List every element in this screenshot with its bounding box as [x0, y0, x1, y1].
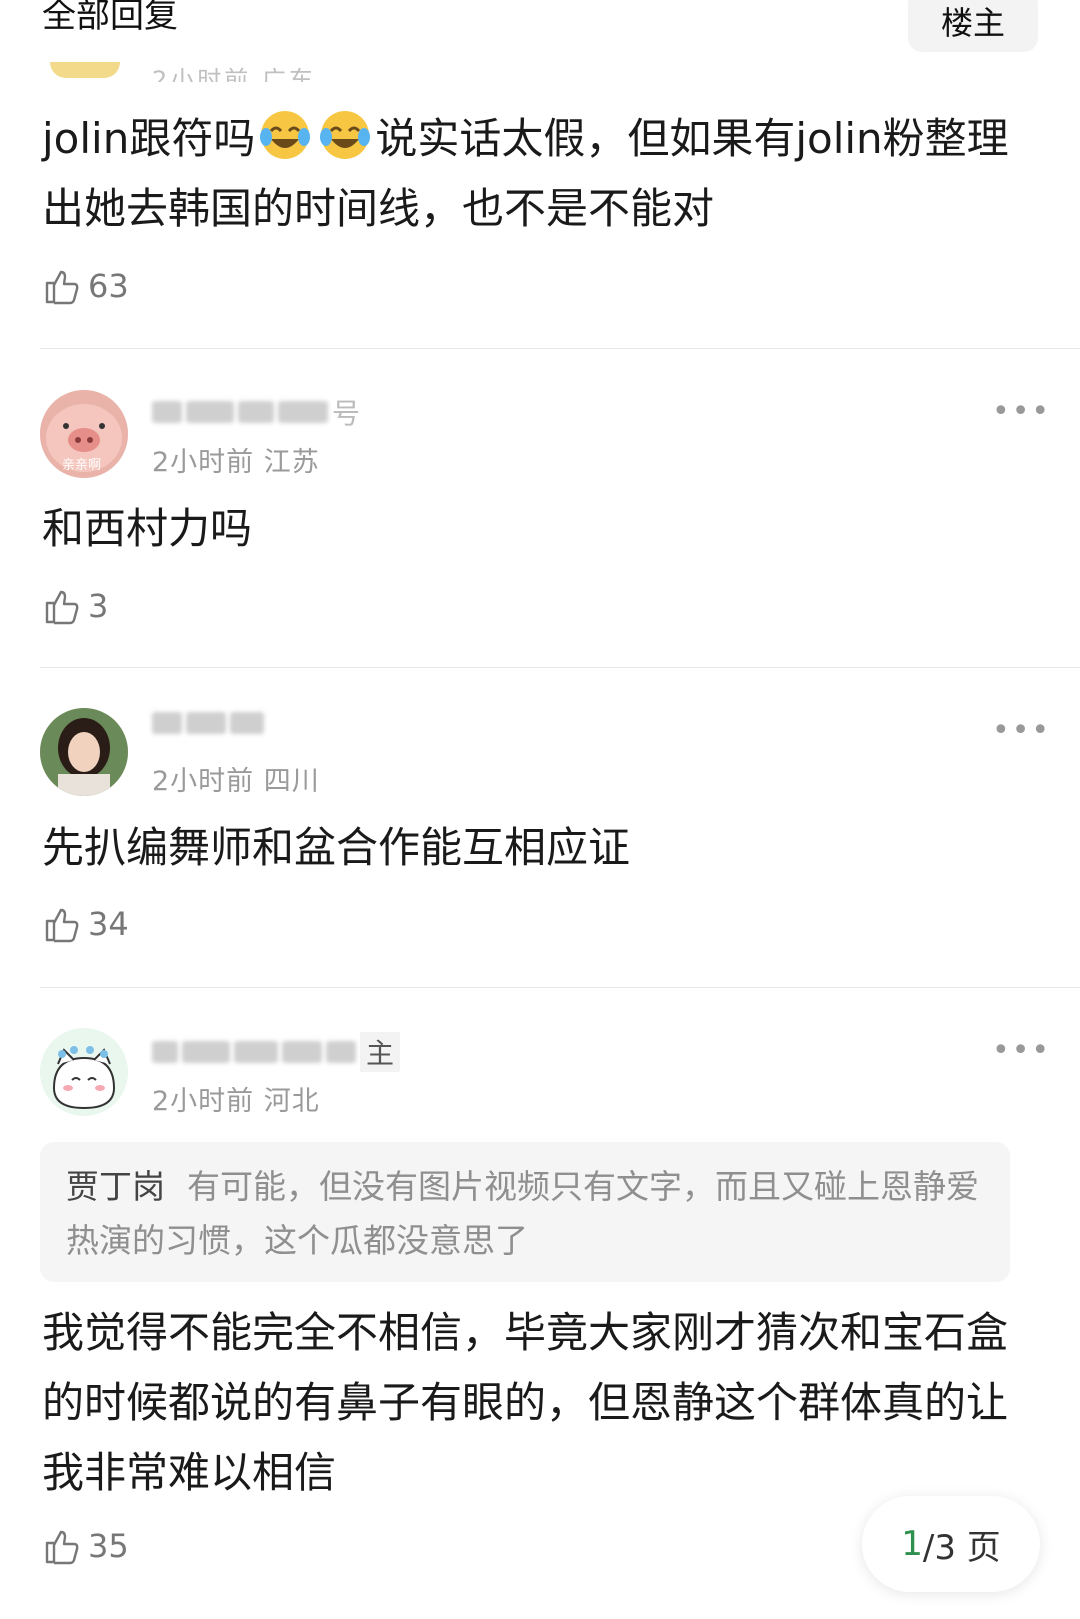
divider	[40, 348, 1080, 349]
like-count: 35	[88, 1527, 129, 1565]
like-button[interactable]: 3	[42, 586, 108, 626]
more-options-icon[interactable]: •••	[992, 394, 1051, 429]
thumbs-up-icon	[45, 908, 79, 943]
laughing-tears-emoji-icon	[260, 111, 311, 159]
all-replies-title: 全部回复	[42, 0, 178, 36]
username-visible-part: 主	[360, 1032, 401, 1072]
op-filter-tab[interactable]: 楼主	[908, 0, 1038, 52]
like-count: 3	[88, 587, 109, 625]
comment-text: 先扒编舞师和盆合作能互相应证	[42, 823, 631, 872]
avatar[interactable]	[40, 1028, 128, 1116]
comment-text-part: jolin跟符吗	[42, 114, 256, 163]
page-indicator[interactable]: 1/3 页	[862, 1496, 1040, 1592]
comment-location: 河北	[263, 1086, 320, 1117]
comment-text: jolin跟符吗 说实话太假，但如果有jolin粉整理出她去韩国的时间线，也不是不…	[42, 104, 1032, 244]
like-count: 34	[88, 905, 129, 943]
avatar[interactable]	[50, 62, 120, 78]
quoted-text: 有可能，但没有图片视频只有文字，而且又碰上恩静爱热演的习惯，这个瓜都没意思了	[66, 1167, 979, 1260]
avatar-caption: 亲亲啊	[62, 458, 102, 473]
total-pages-label: /3 页	[922, 1527, 1001, 1568]
quoted-reply[interactable]: 贾丁岗 有可能，但没有图片视频只有文字，而且又碰上恩静爱热演的习惯，这个瓜都没意思…	[40, 1142, 1010, 1282]
thumbs-up-icon	[45, 1530, 79, 1565]
username[interactable]: 号	[152, 392, 360, 432]
like-button[interactable]: 63	[42, 266, 129, 306]
comment-time: 2小时前	[152, 1086, 255, 1117]
comment-meta: 2小时前 河北	[152, 1079, 320, 1118]
laughing-tears-emoji-icon	[320, 111, 371, 159]
like-button[interactable]: 35	[42, 1526, 129, 1566]
comment-meta: 2小时前 四川	[152, 759, 320, 798]
divider	[40, 667, 1080, 668]
divider	[40, 987, 1080, 988]
comment-time: 2小时前	[152, 447, 255, 478]
comment-meta: 2小时前 江苏	[152, 440, 320, 479]
like-button[interactable]: 34	[42, 904, 129, 944]
comment-meta: 2小时前 广东	[152, 66, 316, 82]
username-visible-part: 号	[332, 397, 361, 430]
woman-avatar-image	[40, 708, 128, 796]
avatar[interactable]	[40, 708, 128, 796]
current-page: 1	[901, 1524, 923, 1564]
quoted-author[interactable]: 贾丁岗	[66, 1167, 165, 1206]
thumbs-up-icon	[45, 590, 79, 625]
cat-avatar-image	[40, 1028, 128, 1116]
comment-text: 我觉得不能完全不相信，毕竟大家刚才猜次和宝石盒的时候都说的有鼻子有眼的，但恩静这…	[42, 1308, 1009, 1497]
more-options-icon[interactable]: •••	[992, 713, 1051, 748]
username[interactable]: 主	[152, 1032, 401, 1072]
comment-location: 江苏	[263, 447, 320, 478]
reply-header: 全部回复 楼主	[0, 0, 1080, 60]
comment-location: 四川	[263, 766, 320, 797]
thumbs-up-icon	[45, 270, 79, 305]
comment-text: 和西村力吗	[42, 504, 253, 553]
more-options-icon[interactable]: •••	[992, 1033, 1051, 1068]
like-count: 63	[88, 267, 129, 305]
comment-time: 2小时前	[152, 766, 255, 797]
username[interactable]	[152, 712, 268, 734]
